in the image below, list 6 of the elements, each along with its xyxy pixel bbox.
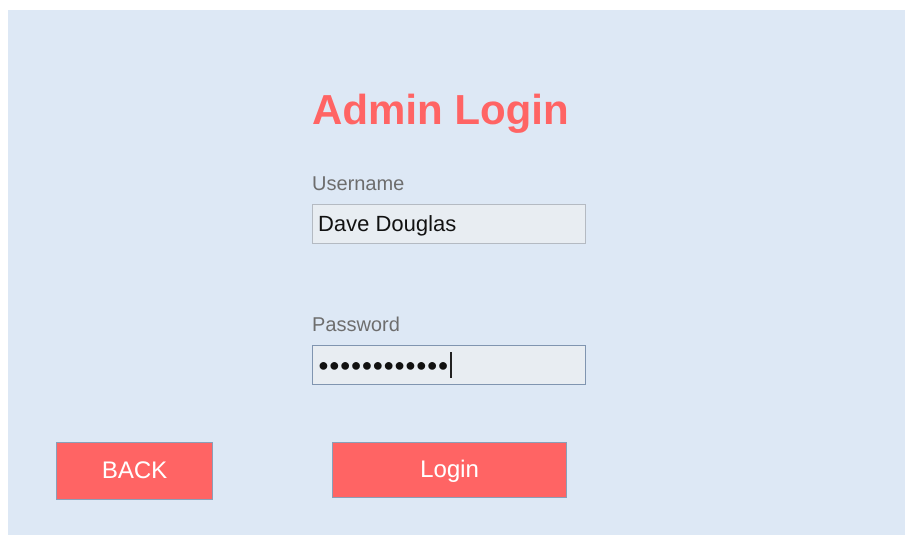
page-title: Admin Login xyxy=(312,86,569,134)
text-cursor xyxy=(450,352,452,378)
field-label: Username xyxy=(312,173,406,196)
input-field[interactable]: Dave Douglas xyxy=(312,204,586,244)
field-label: Password xyxy=(312,314,401,337)
input-field[interactable]: ●●●●●●●●●●●● xyxy=(312,345,586,385)
